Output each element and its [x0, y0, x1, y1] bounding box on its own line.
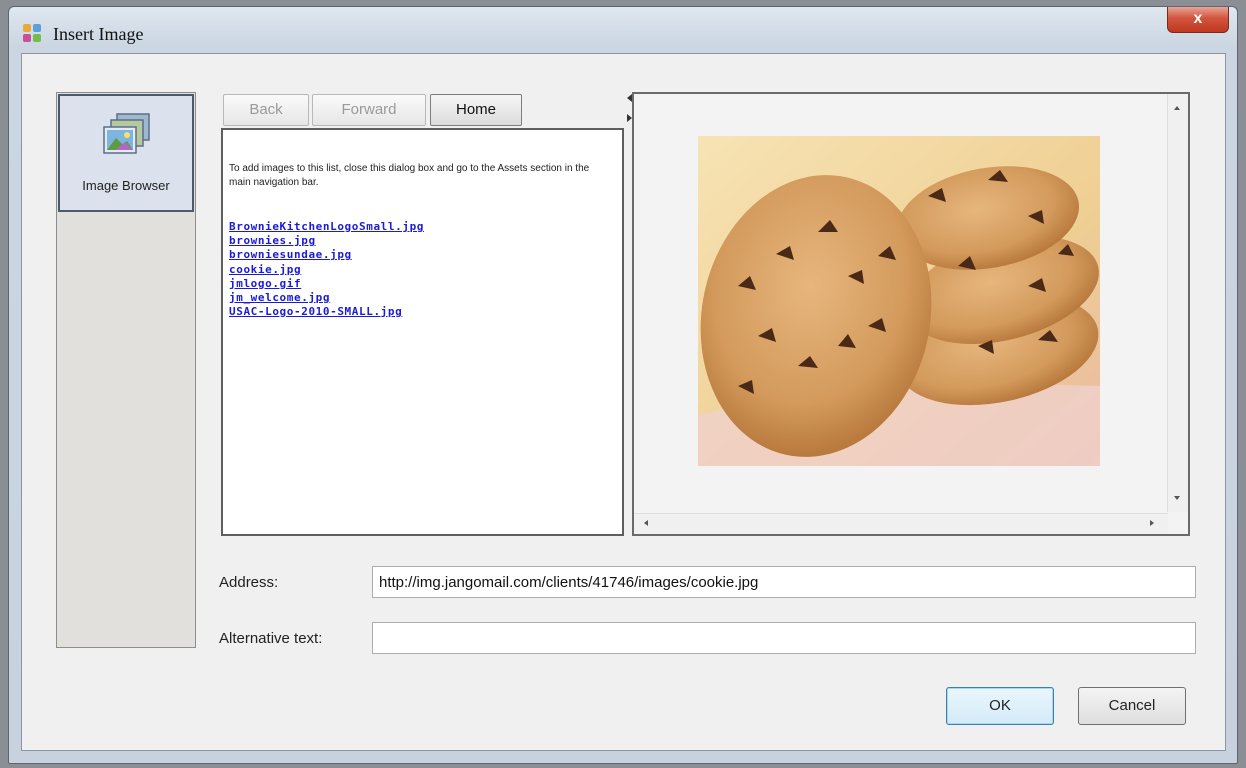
app-icon — [23, 24, 43, 44]
browser-nav-bar: Back Forward Home — [221, 92, 624, 128]
list-item: brownies.jpg — [229, 234, 424, 248]
scroll-left-icon[interactable] — [644, 520, 648, 526]
scroll-right-icon[interactable] — [1150, 520, 1154, 526]
address-label: Address: — [219, 574, 279, 591]
list-item: jmlogo.gif — [229, 277, 424, 291]
file-link[interactable]: cookie.jpg — [229, 263, 301, 276]
sidebar-item-label: Image Browser — [82, 178, 170, 193]
ok-button[interactable]: OK — [946, 687, 1054, 725]
address-field[interactable] — [372, 566, 1196, 598]
file-list: BrownieKitchenLogoSmall.jpg brownies.jpg… — [229, 220, 424, 319]
close-icon: x — [1193, 10, 1203, 27]
title-bar[interactable]: Insert Image x — [9, 7, 1237, 53]
image-preview-pane — [632, 92, 1190, 536]
scroll-down-icon[interactable] — [1174, 496, 1180, 500]
window-title: Insert Image — [53, 24, 144, 44]
alt-text-label: Alternative text: — [219, 630, 323, 647]
scroll-up-icon[interactable] — [1174, 106, 1180, 110]
file-link[interactable]: jm_welcome.jpg — [229, 291, 330, 304]
insert-image-dialog: Insert Image x Image Browser Back Forwar… — [8, 6, 1238, 764]
list-item: BrownieKitchenLogoSmall.jpg — [229, 220, 424, 234]
list-item: cookie.jpg — [229, 263, 424, 277]
file-link[interactable]: BrownieKitchenLogoSmall.jpg — [229, 220, 424, 233]
list-item: jm_welcome.jpg — [229, 291, 424, 305]
dialog-body: Image Browser Back Forward Home To add i… — [21, 53, 1226, 751]
sidebar: Image Browser — [56, 92, 196, 648]
file-link[interactable]: browniesundae.jpg — [229, 248, 352, 261]
file-link[interactable]: USAC-Logo-2010-SMALL.jpg — [229, 305, 402, 318]
image-stack-icon — [101, 112, 153, 158]
cancel-button[interactable]: Cancel — [1078, 687, 1186, 725]
horizontal-scrollbar[interactable] — [634, 513, 1168, 534]
vertical-scrollbar[interactable] — [1167, 94, 1188, 512]
image-browser-pane: Back Forward Home To add images to this … — [221, 92, 626, 536]
help-text: To add images to this list, close this d… — [229, 163, 590, 188]
home-button[interactable]: Home — [430, 94, 522, 126]
file-link[interactable]: jmlogo.gif — [229, 277, 301, 290]
alt-text-field[interactable] — [372, 622, 1196, 654]
file-link[interactable]: brownies.jpg — [229, 234, 316, 247]
sidebar-item-image-browser[interactable]: Image Browser — [58, 94, 194, 212]
forward-button[interactable]: Forward — [312, 94, 426, 126]
image-list-box: To add images to this list, close this d… — [221, 128, 624, 536]
list-item: browniesundae.jpg — [229, 248, 424, 262]
preview-image — [698, 136, 1100, 466]
back-button[interactable]: Back — [223, 94, 309, 126]
list-item: USAC-Logo-2010-SMALL.jpg — [229, 305, 424, 319]
close-button[interactable]: x — [1167, 7, 1229, 33]
